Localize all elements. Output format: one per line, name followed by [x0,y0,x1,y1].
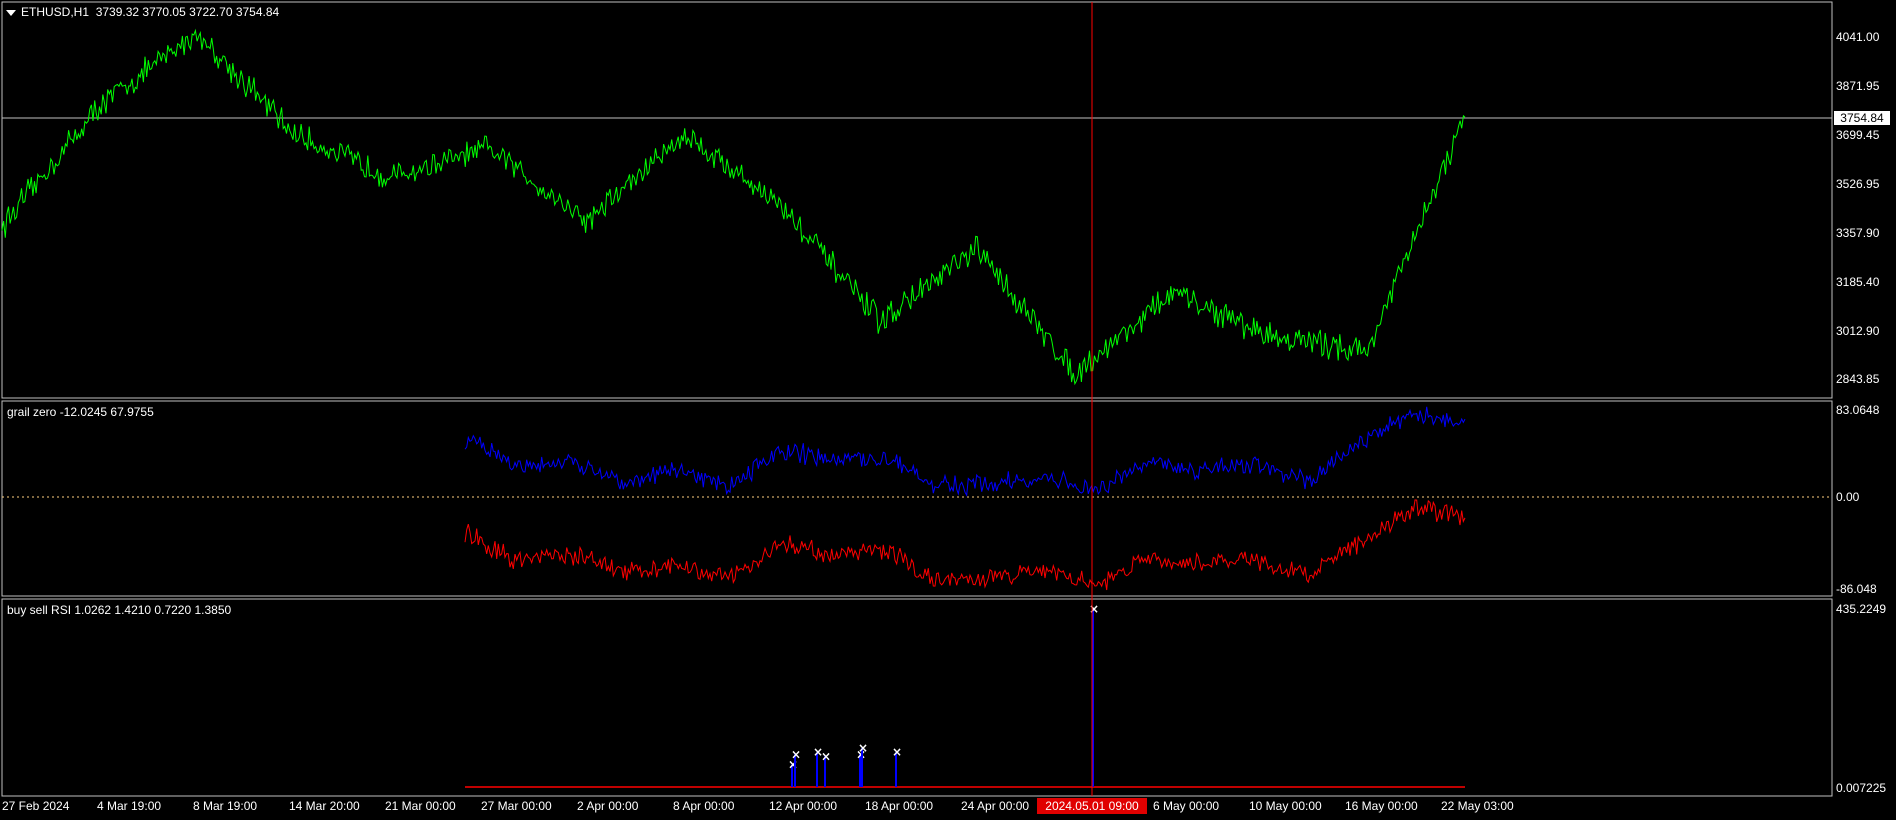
rsi-bars: ×××××××× [788,602,1099,787]
price-axis-label: 4041.00 [1836,30,1880,44]
price-axis-label: 3526.95 [1836,177,1880,191]
chart-canvas[interactable]: ×××××××× [0,0,1896,820]
time-axis-label: 12 Apr 00:00 [769,799,838,813]
grail-blue-line [464,406,1466,497]
time-axis-label: 24 Apr 00:00 [961,799,1030,813]
indicator2-axis-bottom: 0.007225 [1836,781,1887,795]
time-axis-label: 22 May 03:00 [1441,799,1514,813]
time-axis-label: 27 Feb 2024 [2,799,70,813]
time-axis-label: 8 Apr 00:00 [673,799,735,813]
time-axis-label: 6 May 00:00 [1153,799,1220,813]
time-axis-label: 10 May 00:00 [1249,799,1322,813]
time-axis-label: 16 May 00:00 [1345,799,1418,813]
indicator1-title: grail zero -12.0245 67.9755 [7,405,154,419]
ohlc-values: 3739.32 3770.05 3722.70 3754.84 [95,5,280,19]
collapse-arrow-icon[interactable] [6,9,16,16]
indicator1-axis-label: -86.048 [1836,582,1877,596]
price-axis-label: 2843.85 [1836,372,1880,386]
rsi-x-marker: × [821,749,831,763]
symbol-label: ETHUSD,H1 [21,5,90,19]
time-axis-label: 14 Mar 20:00 [289,799,360,813]
indicator1-pane-frame [1,400,1833,597]
time-axis-label: 27 Mar 00:00 [481,799,552,813]
time-axis-label: 2 Apr 00:00 [577,799,639,813]
indicator2-axis-top: 435.2249 [1836,602,1887,616]
time-axis-label: 4 Mar 19:00 [97,799,162,813]
main-pane-frame [1,1,1833,399]
rsi-x-marker: × [791,747,801,761]
rsi-x-marker: × [892,745,902,759]
price-axis-label: 3185.40 [1836,275,1880,289]
crosshair-time-label: 2024.05.01 09:00 [1037,798,1147,814]
price-axis-label: 3699.45 [1836,128,1880,142]
indicator1-axis-label: 0.00 [1836,490,1860,504]
indicator2-pane-frame [1,598,1833,797]
rsi-x-marker: × [1089,602,1099,616]
time-axis-label: 18 Apr 00:00 [865,799,934,813]
price-axis-label: 3871.95 [1836,79,1880,93]
price-axis-label: 3012.90 [1836,324,1880,338]
current-price-badge: 3754.84 [1834,111,1890,125]
time-axis-label: 8 Mar 19:00 [193,799,258,813]
rsi-x-marker: × [858,741,868,755]
indicator1-axis-label: 83.0648 [1836,403,1880,417]
time-axis-label: 21 Mar 00:00 [385,799,456,813]
price-axis-label: 3357.90 [1836,226,1880,240]
indicator2-title: buy sell RSI 1.0262 1.4210 0.7220 1.3850 [7,603,232,617]
grail-red-line [464,499,1466,591]
price-line [1,28,1466,386]
main-title[interactable]: ETHUSD,H1 3739.32 3770.05 3722.70 3754.8… [6,5,279,19]
